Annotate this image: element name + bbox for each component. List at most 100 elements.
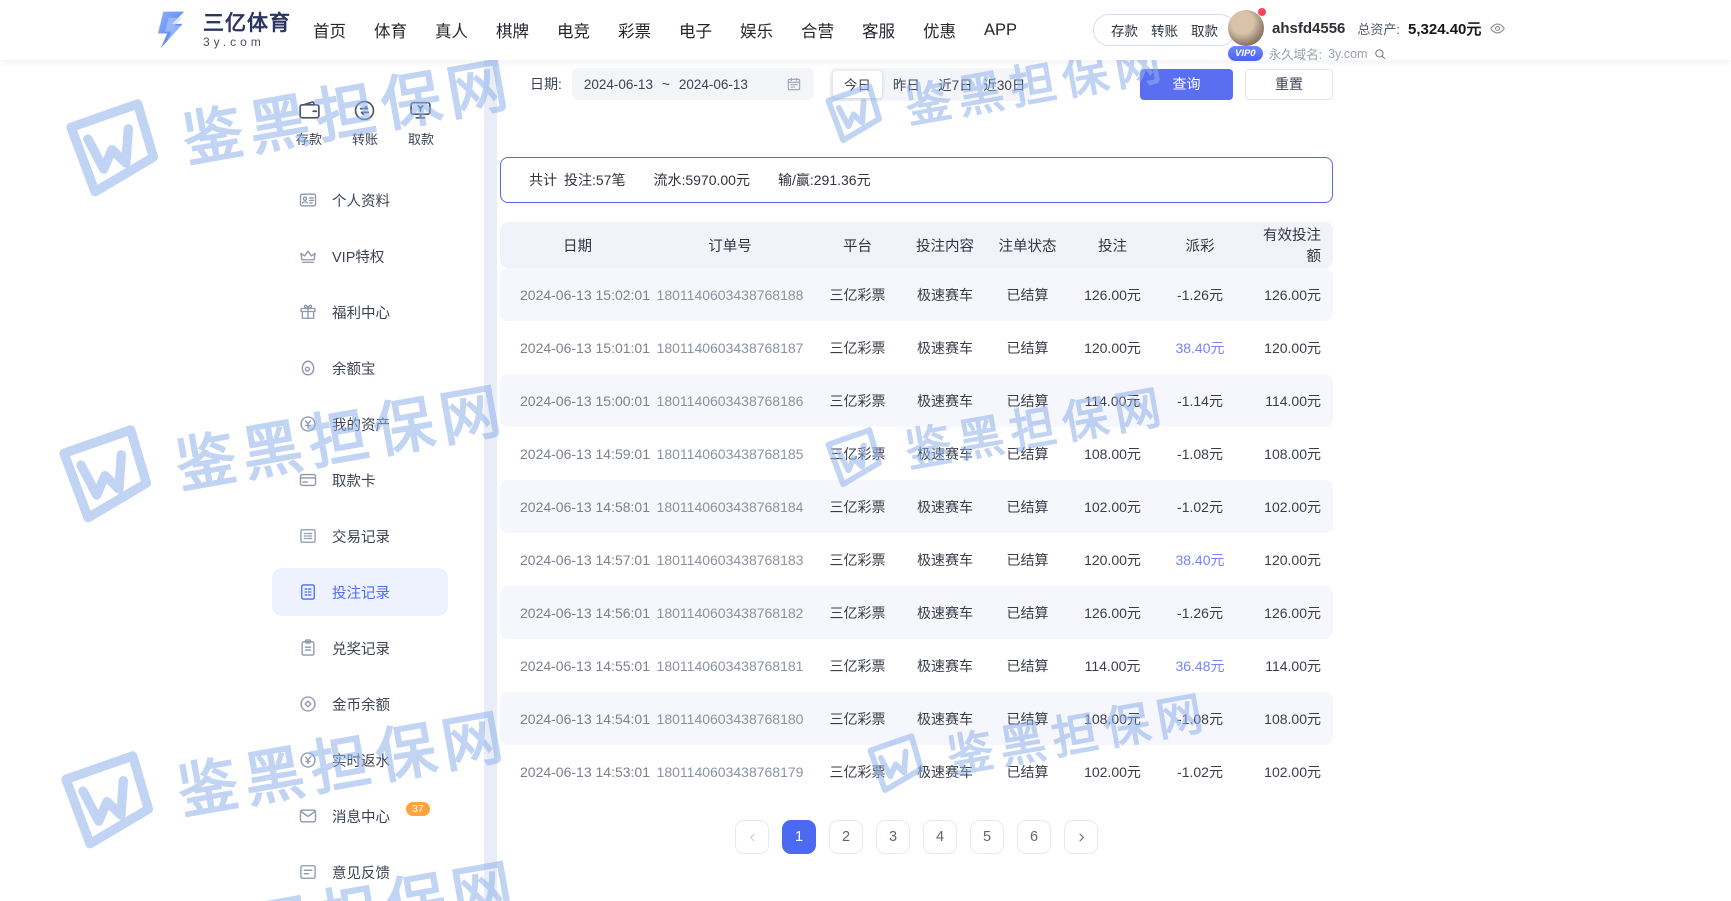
sidebar-quick-action[interactable]: 存款 — [296, 98, 322, 148]
cell-status: 已结算 — [980, 497, 1075, 517]
nav-link[interactable]: 电子 — [679, 18, 712, 42]
search-icon[interactable] — [1373, 47, 1387, 61]
sidebar-item-label: 福利中心 — [332, 302, 390, 323]
assets-icon — [298, 414, 318, 434]
header-action-link[interactable]: 存款 — [1111, 20, 1138, 40]
brand-logo-icon — [150, 9, 194, 51]
page-number-button[interactable]: 6 — [1017, 820, 1051, 854]
column-header: 订单号 — [655, 235, 805, 256]
header-quick-actions: 存款转账取款 — [1093, 14, 1236, 46]
cell-bet-content: 极速赛车 — [910, 338, 980, 358]
cell-valid-bet: 126.00元 — [1250, 603, 1333, 623]
sidebar-menu-item[interactable]: 余额宝 — [272, 340, 448, 396]
nav-link[interactable]: 电竞 — [557, 18, 590, 42]
nav-link[interactable]: 真人 — [435, 18, 468, 42]
sidebar-menu-item[interactable]: VIP特权 — [272, 228, 448, 284]
calendar-icon[interactable] — [786, 76, 802, 92]
cell-bet-content: 极速赛车 — [910, 656, 980, 676]
sidebar-menu-item[interactable]: 个人资料 — [272, 172, 448, 228]
main-nav: 首页 体育 真人 棋牌 电竞 彩票 电子 娱乐 合营 客服 优惠 APP — [313, 0, 1017, 60]
cell-valid-bet: 120.00元 — [1250, 338, 1333, 358]
nav-link[interactable]: 体育 — [374, 18, 407, 42]
date-range-input[interactable]: 2024-06-13 ~ 2024-06-13 — [572, 68, 814, 100]
bank-card-icon — [298, 470, 318, 490]
sidebar-menu-item[interactable]: 意见反馈 — [272, 844, 448, 900]
cell-bet-amount: 126.00元 — [1075, 603, 1150, 623]
quick-range-button[interactable]: 近7日 — [931, 71, 980, 98]
nav-link[interactable]: 合营 — [801, 18, 834, 42]
eye-icon[interactable] — [1489, 20, 1506, 37]
summary-winloss: 输/赢:291.36元 — [778, 170, 871, 190]
cell-payout: -1.26元 — [1150, 285, 1250, 305]
search-button[interactable]: 查询 — [1140, 69, 1233, 100]
cell-order-number: 1801140603438768180 — [655, 711, 805, 727]
sidebar-quick-action[interactable]: 转账 — [352, 98, 378, 148]
cell-date: 2024-06-13 14:56:01 — [500, 605, 655, 621]
sidebar-item-label: 交易记录 — [332, 526, 390, 547]
bet-records-icon — [298, 582, 318, 602]
sidebar-menu-item[interactable]: 投注记录 — [272, 568, 448, 616]
cell-order-number: 1801140603438768187 — [655, 340, 805, 356]
rebate-icon — [298, 750, 318, 770]
sidebar-menu: 个人资料 VIP特权 福利中心 余额宝 — [262, 172, 458, 900]
sidebar-menu-item[interactable]: 取款卡 — [272, 452, 448, 508]
quick-range-button[interactable]: 今日 — [833, 71, 882, 98]
nav-link[interactable]: 优惠 — [923, 18, 956, 42]
summary-total-label: 共计 — [529, 170, 557, 190]
page-number-button[interactable]: 2 — [829, 820, 863, 854]
quick-action-label: 取款 — [408, 129, 434, 148]
cell-date: 2024-06-13 14:53:01 — [500, 764, 655, 780]
page-number-button[interactable]: 5 — [970, 820, 1004, 854]
date-to: 2024-06-13 — [679, 77, 748, 92]
wallet-icon — [297, 98, 322, 123]
sidebar-item-label: 意见反馈 — [332, 862, 390, 883]
user-info-row: ahsfd4556 总资产: 5,324.40元 — [1272, 18, 1506, 39]
cell-bet-amount: 102.00元 — [1075, 762, 1150, 782]
id-card-icon — [298, 190, 318, 210]
page-number-button[interactable]: 1 — [782, 820, 816, 854]
content-divider — [484, 60, 497, 901]
cell-bet-content: 极速赛车 — [910, 762, 980, 782]
sidebar-menu-item[interactable]: 实时返水 — [272, 732, 448, 788]
cell-order-number: 1801140603438768184 — [655, 499, 805, 515]
cell-platform: 三亿彩票 — [805, 285, 910, 305]
sidebar-menu-item[interactable]: 兑奖记录 — [272, 620, 448, 676]
cell-bet-content: 极速赛车 — [910, 285, 980, 305]
header-action-link[interactable]: 取款 — [1191, 20, 1218, 40]
cell-platform: 三亿彩票 — [805, 391, 910, 411]
pagination: 123456 — [500, 820, 1333, 854]
prev-page-button[interactable] — [735, 820, 769, 854]
nav-link[interactable]: APP — [984, 21, 1017, 40]
watermark-logo-icon — [44, 741, 164, 861]
cell-payout: 38.40元 — [1150, 338, 1250, 358]
cell-platform: 三亿彩票 — [805, 709, 910, 729]
nav-link[interactable]: 棋牌 — [496, 18, 529, 42]
page-number-button[interactable]: 3 — [876, 820, 910, 854]
header-action-link[interactable]: 转账 — [1151, 20, 1178, 40]
sidebar-menu-item[interactable]: 我的资产 — [272, 396, 448, 452]
sidebar-menu-item[interactable]: 福利中心 — [272, 284, 448, 340]
quick-range-button[interactable]: 昨日 — [882, 71, 931, 98]
gift-icon — [298, 302, 318, 322]
nav-link[interactable]: 首页 — [313, 18, 346, 42]
nav-link[interactable]: 客服 — [862, 18, 895, 42]
sidebar-menu-item[interactable]: 消息中心 37 — [272, 788, 448, 844]
nav-link[interactable]: 彩票 — [618, 18, 651, 42]
user-domain-row: VIP0 永久域名: 3y.com — [1228, 44, 1387, 63]
table-row: 2024-06-13 15:01:01 1801140603438768187 … — [500, 321, 1333, 374]
page-number-button[interactable]: 4 — [923, 820, 957, 854]
quick-range-button[interactable]: 近30日 — [980, 71, 1029, 98]
sidebar-menu-item[interactable]: 交易记录 — [272, 508, 448, 564]
watermark-logo-icon — [49, 89, 169, 209]
next-page-button[interactable] — [1064, 820, 1098, 854]
reset-button[interactable]: 重置 — [1245, 69, 1333, 100]
brand-logo[interactable]: 三亿体育 3y.com — [150, 9, 291, 51]
watermark-logo-icon — [42, 415, 162, 535]
cell-date: 2024-06-13 15:02:01 — [500, 287, 655, 303]
sidebar-quick-action[interactable]: 取款 — [408, 98, 434, 148]
sidebar: 存款 转账 取款 个人资料 VIP特权 — [262, 60, 458, 901]
cell-status: 已结算 — [980, 762, 1075, 782]
nav-link[interactable]: 娱乐 — [740, 18, 773, 42]
sidebar-menu-item[interactable]: 金币余额 — [272, 676, 448, 732]
avatar[interactable] — [1228, 10, 1264, 46]
